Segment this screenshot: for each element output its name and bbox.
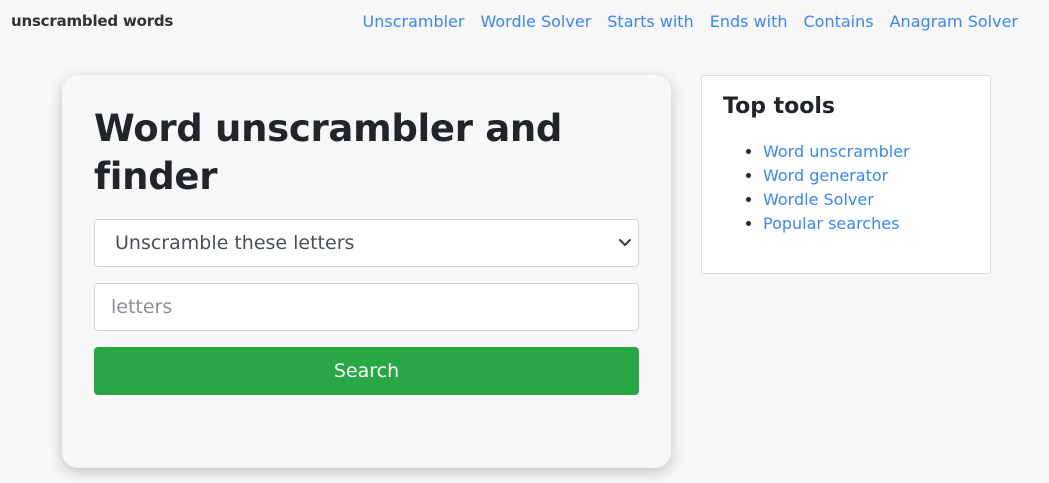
list-item: Popular searches (763, 212, 910, 236)
tool-link-wordle-solver[interactable]: Wordle Solver (763, 190, 874, 209)
list-item: Wordle Solver (763, 188, 910, 212)
tool-link-word-unscrambler[interactable]: Word unscrambler (763, 142, 910, 161)
brand-logo[interactable]: unscrambled words (11, 12, 173, 30)
nav-links: Unscrambler Wordle Solver Starts with En… (363, 12, 1019, 31)
nav-link-unscrambler[interactable]: Unscrambler (363, 12, 465, 31)
nav-link-starts-with[interactable]: Starts with (607, 12, 693, 31)
page-title: Word unscrambler and finder (94, 107, 563, 198)
chevron-down-icon (619, 239, 631, 246)
top-tools-list: Word unscrambler Word generator Wordle S… (742, 140, 910, 236)
nav-link-contains[interactable]: Contains (804, 12, 874, 31)
top-tools-title: Top tools (723, 94, 835, 119)
nav-link-anagram-solver[interactable]: Anagram Solver (890, 12, 1018, 31)
list-item: Word unscrambler (763, 140, 910, 164)
tool-link-word-generator[interactable]: Word generator (763, 166, 888, 185)
search-button[interactable]: Search (94, 347, 639, 395)
top-tools-card: Top tools Word unscrambler Word generato… (701, 75, 991, 274)
tool-link-popular-searches[interactable]: Popular searches (763, 214, 899, 233)
mode-select-value: Unscramble these letters (115, 232, 355, 254)
search-card: Word unscrambler and finder Unscramble t… (62, 75, 671, 468)
nav-link-wordle-solver[interactable]: Wordle Solver (480, 12, 591, 31)
mode-select[interactable]: Unscramble these letters (94, 219, 639, 267)
letters-input-placeholder: letters (111, 296, 173, 318)
letters-input[interactable]: letters (94, 283, 639, 331)
list-item: Word generator (763, 164, 910, 188)
nav-link-ends-with[interactable]: Ends with (710, 12, 788, 31)
top-navbar: unscrambled words Unscrambler Wordle Sol… (0, 0, 1049, 46)
